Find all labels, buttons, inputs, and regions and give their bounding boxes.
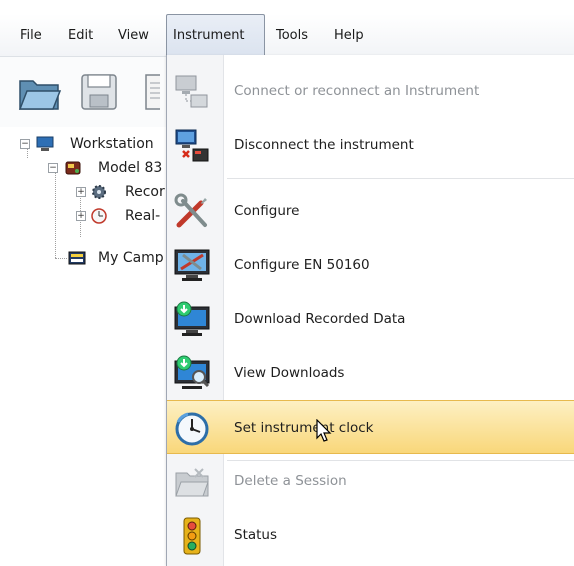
clock-icon bbox=[173, 410, 211, 448]
tree-node-workstation[interactable]: − Workstation bbox=[20, 133, 170, 155]
menu-item-configure[interactable]: Configure bbox=[167, 184, 574, 238]
menu-edit[interactable]: Edit bbox=[68, 26, 93, 46]
menu-item-set-instrument-clock[interactable]: Set instrument clock bbox=[167, 400, 574, 454]
tree-node-realtime[interactable]: + Real- bbox=[76, 205, 170, 227]
tree-label: My Camp bbox=[98, 250, 164, 266]
menu-item-label: View Downloads bbox=[234, 365, 345, 381]
tree-node-model[interactable]: − Model 83 bbox=[48, 157, 170, 179]
menu-tools[interactable]: Tools bbox=[276, 26, 308, 46]
menu-view[interactable]: View bbox=[118, 26, 149, 46]
menu-item-status[interactable]: Status bbox=[167, 508, 574, 562]
connect-computer-icon bbox=[173, 73, 211, 111]
tree-label: Workstation bbox=[70, 136, 154, 152]
menu-file[interactable]: File bbox=[20, 26, 42, 46]
workstation-icon bbox=[36, 136, 54, 159]
menu-item-label: Connect or reconnect an Instrument bbox=[234, 83, 480, 99]
traffic-light-icon bbox=[173, 517, 211, 555]
menu-separator bbox=[227, 178, 574, 179]
menu-item-delete-session[interactable]: Delete a Session bbox=[167, 454, 574, 508]
menu-item-connect[interactable]: Connect or reconnect an Instrument bbox=[167, 64, 574, 118]
delete-folder-icon bbox=[173, 463, 211, 501]
menu-item-label: Configure bbox=[234, 203, 300, 219]
menu-item-disconnect[interactable]: Disconnect the instrument bbox=[167, 118, 574, 172]
menu-item-configure-en50160[interactable]: Configure EN 50160 bbox=[167, 238, 574, 292]
menu-bar: File Edit View Instrument Tools Help bbox=[0, 14, 574, 57]
tree-label: Recor bbox=[125, 184, 165, 200]
document-icon[interactable] bbox=[138, 69, 160, 115]
mouse-cursor-icon bbox=[316, 418, 332, 443]
tree-label: Model 83 bbox=[98, 160, 163, 176]
expand-icon[interactable]: + bbox=[76, 211, 86, 221]
configure-tools-icon bbox=[173, 193, 211, 231]
tree-node-campaign[interactable]: My Camp bbox=[68, 247, 170, 269]
campaign-icon bbox=[68, 249, 86, 274]
collapse-icon[interactable]: − bbox=[20, 139, 30, 149]
expand-icon[interactable]: + bbox=[76, 187, 86, 197]
menu-item-label: Disconnect the instrument bbox=[234, 137, 414, 153]
menu-help[interactable]: Help bbox=[334, 26, 364, 46]
download-monitor-icon bbox=[173, 301, 211, 339]
open-folder-icon[interactable] bbox=[16, 69, 62, 115]
tree-node-recorded[interactable]: + Recor bbox=[76, 181, 170, 203]
menu-item-label: Delete a Session bbox=[234, 473, 347, 489]
instrument-menu: Connect or reconnect an Instrument Disco… bbox=[166, 55, 574, 566]
workstation-tree: − Workstation − Model 83 + Recor + Real-… bbox=[0, 127, 170, 327]
realtime-clock-icon bbox=[90, 207, 108, 232]
menu-item-label: Download Recorded Data bbox=[234, 311, 406, 327]
tree-line bbox=[55, 258, 67, 259]
collapse-icon[interactable]: − bbox=[48, 163, 58, 173]
menu-item-label: Configure EN 50160 bbox=[234, 257, 370, 273]
menu-item-label: Status bbox=[234, 527, 278, 543]
menu-item-label: Set instrument clock bbox=[234, 420, 374, 436]
menu-item-view-downloads[interactable]: View Downloads bbox=[167, 346, 574, 400]
menu-instrument[interactable]: Instrument bbox=[166, 14, 265, 56]
configure-monitor-icon bbox=[173, 247, 211, 285]
view-downloads-icon bbox=[173, 355, 211, 393]
disconnect-computer-icon bbox=[173, 127, 211, 165]
tree-label: Real- bbox=[125, 208, 161, 224]
menu-item-download-recorded-data[interactable]: Download Recorded Data bbox=[167, 292, 574, 346]
save-disk-icon[interactable] bbox=[76, 69, 122, 115]
